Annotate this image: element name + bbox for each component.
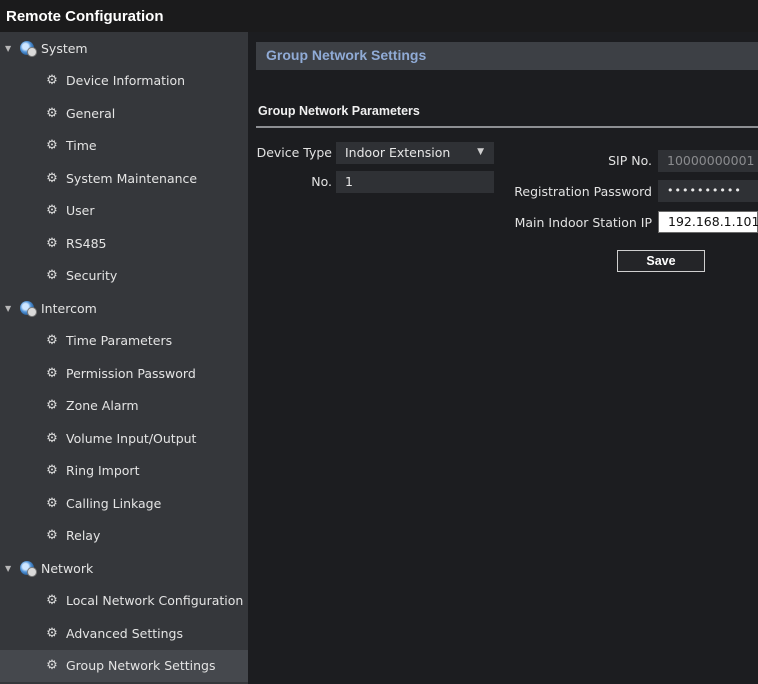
- device-type-value: Indoor Extension: [345, 145, 451, 160]
- sidebar-item-volume-input-output[interactable]: ⚙ Volume Input/Output: [0, 422, 248, 455]
- sidebar-item-time-parameters[interactable]: ⚙ Time Parameters: [0, 325, 248, 358]
- globe-settings-icon: [20, 41, 37, 58]
- sidebar-item-zone-alarm[interactable]: ⚙ Zone Alarm: [0, 390, 248, 423]
- sidebar-item-label: Ring Import: [66, 463, 140, 479]
- sidebar-item-label: Advanced Settings: [66, 625, 183, 641]
- sidebar-item-label: Network: [41, 560, 94, 576]
- sidebar-item-system[interactable]: ▼ System: [0, 32, 248, 65]
- sidebar-item-label: Intercom: [41, 300, 97, 316]
- sip-no-value: 10000000001: [667, 153, 755, 168]
- sidebar-item-label: Time Parameters: [66, 333, 173, 349]
- gear-icon: ⚙: [46, 365, 58, 381]
- sidebar-item-calling-linkage[interactable]: ⚙ Calling Linkage: [0, 487, 248, 520]
- gear-icon: ⚙: [46, 593, 58, 609]
- sidebar-item-label: Relay: [66, 528, 101, 544]
- sidebar-item-label: System: [41, 40, 88, 56]
- sidebar-item-ring-import[interactable]: ⚙ Ring Import: [0, 455, 248, 488]
- caret-down-icon[interactable]: ▼: [5, 304, 15, 313]
- device-type-label: Device Type: [256, 145, 332, 160]
- sidebar-item-label: User: [66, 203, 95, 219]
- content-panel: Group Network Settings Group Network Par…: [248, 32, 758, 684]
- registration-password-field[interactable]: ••••••••••: [658, 180, 758, 202]
- sidebar-item-security[interactable]: ⚙ Security: [0, 260, 248, 293]
- sidebar-item-label: Security: [66, 268, 118, 284]
- sidebar-item-label: Time: [66, 138, 97, 154]
- sidebar-item-label: Local Network Configuration: [66, 593, 244, 609]
- sidebar-item-local-network-configuration[interactable]: ⚙ Local Network Configuration: [0, 585, 248, 618]
- sidebar-item-intercom[interactable]: ▼ Intercom: [0, 292, 248, 325]
- no-label: No.: [311, 174, 332, 189]
- gear-icon: ⚙: [46, 105, 58, 121]
- main-indoor-station-ip-label: Main Indoor Station IP: [514, 215, 652, 230]
- sidebar-item-device-information[interactable]: ⚙ Device Information: [0, 65, 248, 98]
- device-type-dropdown[interactable]: Indoor Extension ▼: [336, 142, 494, 164]
- caret-down-icon[interactable]: ▼: [5, 564, 15, 573]
- sidebar-item-general[interactable]: ⚙ General: [0, 97, 248, 130]
- sidebar-item-group-network-settings[interactable]: ⚙ Group Network Settings: [0, 649, 248, 682]
- globe-settings-icon: [20, 301, 37, 318]
- sidebar-item-label: System Maintenance: [66, 170, 198, 186]
- gear-icon: ⚙: [46, 430, 58, 446]
- section-header: Group Network Settings: [256, 42, 758, 70]
- sidebar-item-system-maintenance[interactable]: ⚙ System Maintenance: [0, 162, 248, 195]
- gear-icon: ⚙: [46, 658, 58, 674]
- sidebar-item-label: Device Information: [66, 73, 186, 89]
- sip-no-label: SIP No.: [608, 153, 652, 168]
- gear-icon: ⚙: [46, 235, 58, 251]
- sidebar-item-rs485[interactable]: ⚙ RS485: [0, 227, 248, 260]
- sidebar-item-relay[interactable]: ⚙ Relay: [0, 520, 248, 553]
- sidebar-item-advanced-settings[interactable]: ⚙ Advanced Settings: [0, 617, 248, 650]
- sidebar-item-permission-password[interactable]: ⚙ Permission Password: [0, 357, 248, 390]
- chevron-down-icon: ▼: [477, 147, 484, 157]
- main-indoor-station-ip-value: 192.168.1.101: [668, 214, 758, 229]
- sip-no-field[interactable]: 10000000001: [658, 150, 758, 172]
- sidebar-item-label: Permission Password: [66, 365, 196, 381]
- gear-icon: ⚙: [46, 203, 58, 219]
- config-tree: ▼ System ⚙ Device Information ⚙ General ⚙ Time ⚙…: [0, 32, 248, 684]
- sidebar-item-label: Group Network Settings: [66, 658, 216, 674]
- main-indoor-station-ip-field[interactable]: 192.168.1.101: [658, 211, 758, 233]
- section-divider: [256, 126, 758, 128]
- sidebar-item-label: General: [66, 105, 116, 121]
- gear-icon: ⚙: [46, 170, 58, 186]
- gear-icon: ⚙: [46, 138, 58, 154]
- gear-icon: ⚙: [46, 495, 58, 511]
- sidebar-item-label: RS485: [66, 235, 107, 251]
- registration-password-value: ••••••••••: [667, 184, 742, 197]
- no-field[interactable]: 1: [336, 171, 494, 193]
- globe-settings-icon: [20, 561, 37, 578]
- registration-password-label: Registration Password: [514, 184, 652, 199]
- sidebar-item-label: Zone Alarm: [66, 398, 139, 414]
- gear-icon: ⚙: [46, 268, 58, 284]
- sidebar-item-time[interactable]: ⚙ Time: [0, 130, 248, 163]
- sidebar-item-label: Volume Input/Output: [66, 430, 197, 446]
- no-value: 1: [345, 174, 353, 189]
- gear-icon: ⚙: [46, 398, 58, 414]
- sidebar-item-user[interactable]: ⚙ User: [0, 195, 248, 228]
- gear-icon: ⚙: [46, 73, 58, 89]
- gear-icon: ⚙: [46, 528, 58, 544]
- gear-icon: ⚙: [46, 625, 58, 641]
- sidebar-item-label: Calling Linkage: [66, 495, 162, 511]
- sidebar-item-network[interactable]: ▼ Network: [0, 552, 248, 585]
- gear-icon: ⚙: [46, 463, 58, 479]
- save-button[interactable]: Save: [617, 250, 705, 272]
- window-title: Remote Configuration: [0, 0, 758, 32]
- subsection-title: Group Network Parameters: [258, 104, 420, 118]
- caret-down-icon[interactable]: ▼: [5, 44, 15, 53]
- gear-icon: ⚙: [46, 333, 58, 349]
